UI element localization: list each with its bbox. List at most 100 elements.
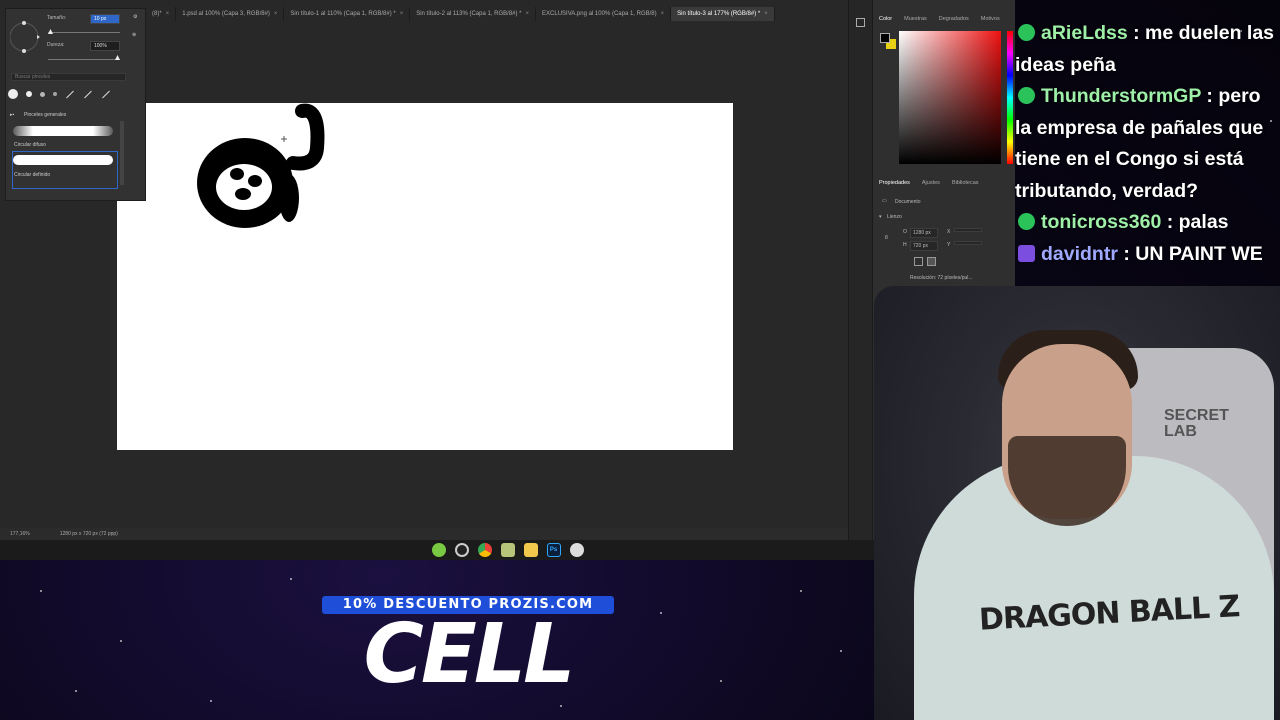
doc-tab-label: Sin título-2 al 113% (Capa 1, RGB/8#) * [416,11,522,17]
webcam-feed: SECRET LAB DRAGON BALL Z [874,286,1280,720]
doc-tab[interactable]: Sin título-2 al 113% (Capa 1, RGB/8#) * × [410,7,537,21]
brush-tip[interactable] [8,89,18,99]
soft-brush-preview[interactable] [13,126,113,136]
panel-toolstrip [848,0,872,540]
promo-code: CELL [363,607,576,702]
close-icon[interactable]: × [764,11,768,17]
width-label: O [903,229,907,235]
brush-search-input[interactable]: Buscar pinceles [11,73,126,81]
doc-tab-active[interactable]: Sin título-3 al 177% (RGB/8#) * × [671,7,775,21]
doc-tab-label: 1.psd al 100% (Capa 3, RGB/8#) [182,11,270,17]
color-panel-tabs: Color Muestras Degradados Motivos [873,13,1006,25]
recent-brushes [8,89,111,99]
sub-badge-icon [1018,87,1035,104]
doc-tab-label: (8)* [152,11,162,17]
obs-icon[interactable] [454,543,469,557]
doc-tab[interactable]: Sin título-1 al 110% (Capa 1, RGB/8#) * × [284,7,411,21]
close-icon[interactable]: × [400,11,404,17]
gem-badge-icon [1018,244,1035,262]
stream-chat: aRieLdss : me duelen las ideas peña Thun… [1015,18,1280,270]
properties-panel-tabs: Propiedades Ajustes Bibliotecas [873,177,985,189]
sub-badge-icon [1018,24,1035,41]
android-icon[interactable] [431,543,446,557]
document-size: 1280 px x 720 px (72 ppp) [59,531,118,537]
brush-group-label: Pinceles generales [24,112,67,118]
panel-icon[interactable] [856,18,865,27]
tab-color[interactable]: Color [873,13,898,25]
canvas-section-label: Lienzo [887,214,902,220]
brush-tip[interactable] [66,90,74,98]
color-picker-field[interactable] [899,31,1001,164]
size-label: Tamaño: [47,15,67,21]
hardness-input[interactable]: 100% [90,41,120,51]
height-field[interactable]: 720 px [910,241,938,251]
photoshop-window: (8)* × 1.psd al 100% (Capa 3, RGB/8#) × Si… [0,0,1015,560]
gear-icon[interactable]: ⚙ [133,14,137,20]
doc-tab-label: EXCLUSIVA.png al 100% (Capa 1, RGB/8) [542,11,657,17]
close-icon[interactable]: × [166,11,170,17]
tab-patterns[interactable]: Motivos [975,13,1006,25]
chat-message: ThunderstormGP : pero la empresa de paña… [1015,81,1280,207]
brush-name: Circular difuso [14,142,46,148]
x-field[interactable] [954,228,982,232]
tab-swatches[interactable]: Muestras [898,13,933,25]
width-field[interactable]: 1280 px [910,228,938,238]
zoom-level[interactable]: 177,16% [10,531,30,537]
close-icon[interactable]: × [274,11,278,17]
foreground-color-swatch[interactable] [880,33,890,43]
link-icon[interactable]: 8 [885,235,888,241]
brush-tip[interactable] [84,90,92,98]
drawing-canvas[interactable] [117,103,733,450]
document-tabs: (8)* × 1.psd al 100% (Capa 3, RGB/8#) × Si… [146,7,846,21]
brush-tip[interactable] [102,90,110,98]
hard-brush-preview[interactable] [13,155,113,165]
folder-icon[interactable]: ▸▪ [10,112,14,118]
landscape-icon[interactable] [927,257,936,266]
tab-properties[interactable]: Propiedades [873,177,916,189]
doc-tab[interactable]: EXCLUSIVA.png al 100% (Capa 1, RGB/8) × [536,7,672,21]
tab-gradients[interactable]: Degradados [933,13,975,25]
chevron-down-icon[interactable]: ▾ [879,214,882,220]
chat-username: ThunderstormGP [1041,85,1201,107]
size-input[interactable]: 10 px [90,14,120,24]
folder-icon[interactable] [523,543,538,557]
chat-message: tonicross360 : palas [1015,207,1280,239]
chat-text: : UN PAINT WE [1123,242,1263,265]
scrollbar[interactable] [120,121,124,185]
chat-username: davidntr [1041,242,1118,265]
doc-tab[interactable]: 1.psd al 100% (Capa 3, RGB/8#) × [176,7,285,21]
app-icon[interactable] [500,543,515,557]
resolution-text: Resolución: 72 píxeles/pul... [910,275,973,281]
y-label: Y [947,242,951,248]
browser-icon[interactable] [569,543,584,557]
brush-tip[interactable] [26,91,32,97]
chrome-icon[interactable] [477,543,492,557]
doc-tab[interactable]: (8)* × [146,7,177,21]
brush-tip[interactable] [40,91,45,97]
chat-username: aRieLdss [1041,22,1128,44]
brush-angle-widget[interactable] [10,13,44,61]
brush-tip[interactable] [53,92,57,96]
document-label: Documento [895,199,921,205]
chat-message: davidntr : UN PAINT WE [1015,239,1280,271]
photoshop-icon[interactable]: Ps [546,543,561,557]
portrait-icon[interactable] [914,257,923,266]
chat-text: : palas [1166,211,1229,233]
hardness-label: Dureza: [47,42,65,48]
chat-message: aRieLdss : me duelen las ideas peña [1015,18,1280,81]
close-icon[interactable]: × [661,11,665,17]
new-preset-icon[interactable]: ⊕ [132,32,136,38]
chair-logo: SECRET LAB [1164,407,1229,440]
document-icon: ▭ [882,198,887,204]
tab-adjustments[interactable]: Ajustes [916,177,946,189]
windows-taskbar: Ps [0,540,1015,560]
doc-tab-label: Sin título-3 al 177% (RGB/8#) * [677,11,761,17]
hue-slider[interactable] [1007,31,1013,164]
tab-libraries[interactable]: Bibliotecas [946,177,985,189]
sub-badge-icon [1018,213,1035,230]
doodle-drawing [197,103,325,228]
brush-preset-panel: Tamaño: 10 px ⚙ ⊕ Dureza: 100% Buscar pi… [5,8,146,201]
y-field[interactable] [954,241,982,245]
x-label: X [947,229,951,235]
close-icon[interactable]: × [526,11,530,17]
